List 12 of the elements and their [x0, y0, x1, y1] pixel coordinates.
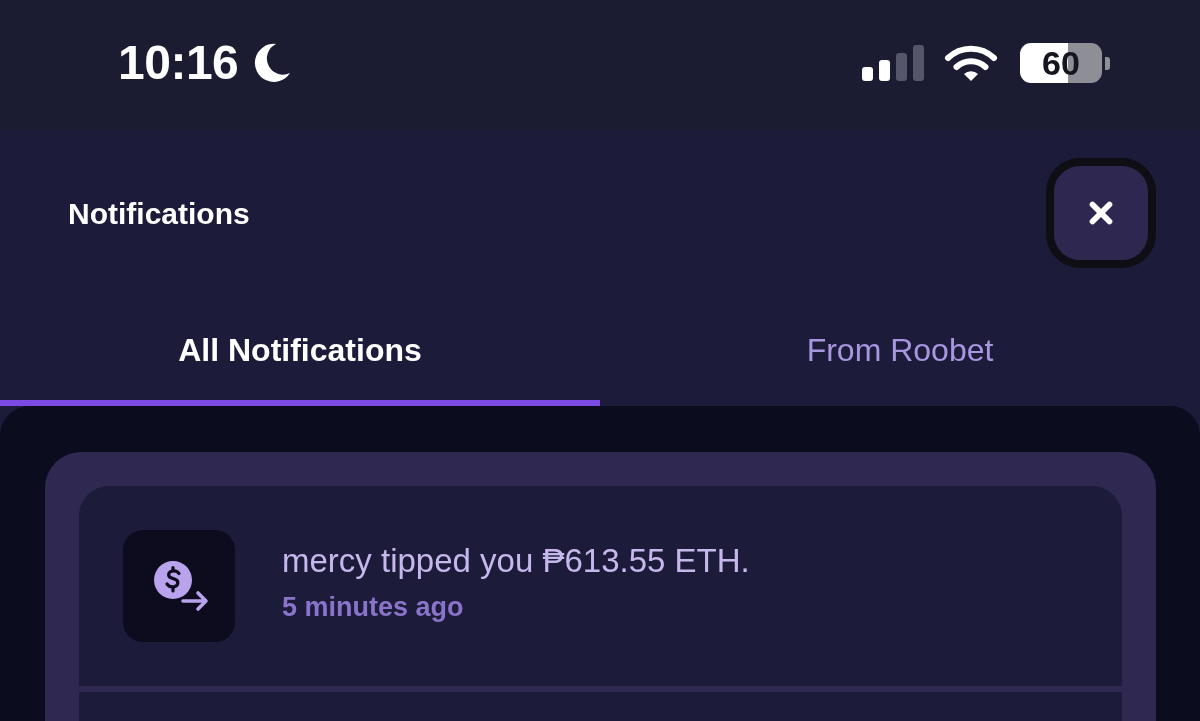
notification-card[interactable]: mercy tipped you ₱613.55 ETH. 5 minutes ago: [79, 486, 1122, 686]
wifi-icon: [944, 44, 998, 82]
notification-message: mercy tipped you ₱613.55 ETH.: [282, 541, 750, 581]
panel-title: Notifications: [68, 195, 250, 232]
close-button[interactable]: [1046, 158, 1156, 268]
notification-time: 5 minutes ago: [282, 591, 465, 623]
tab[interactable]: From Roobet: [600, 300, 1200, 406]
moon-icon: [252, 43, 291, 83]
coin-transfer-icon: [153, 560, 211, 612]
signal-icon: [862, 45, 924, 81]
clock-time: 10:16: [118, 39, 239, 87]
battery-indicator: 60: [1020, 43, 1110, 83]
